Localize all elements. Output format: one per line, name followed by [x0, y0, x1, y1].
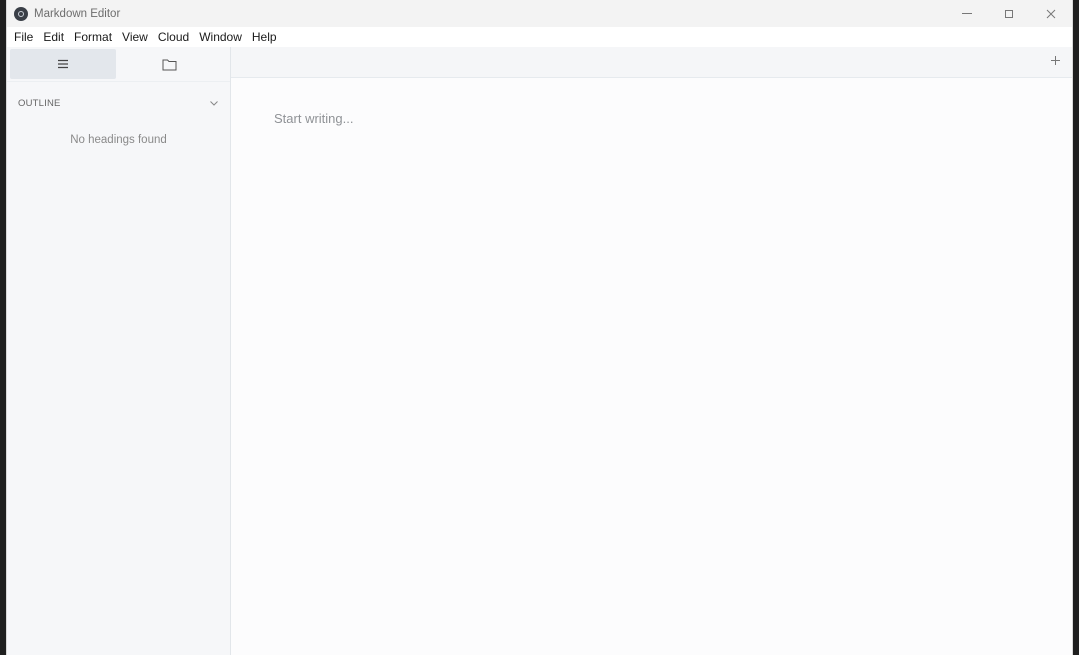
outline-title: OUTLINE — [18, 97, 61, 109]
folder-icon — [162, 59, 176, 70]
maximize-icon — [1005, 9, 1013, 18]
menu-format[interactable]: Format — [69, 27, 117, 47]
app-logo-icon — [14, 6, 28, 21]
sidebar: OUTLINE No headings found — [7, 47, 231, 655]
outline-header[interactable]: OUTLINE — [7, 82, 230, 124]
menu-cloud[interactable]: Cloud — [153, 27, 194, 47]
tab-outline[interactable] — [10, 49, 116, 79]
outline-empty-message: No headings found — [70, 134, 167, 146]
document-tabstrip — [231, 47, 1072, 78]
window-title: Markdown Editor — [34, 7, 121, 20]
menu-window[interactable]: Window — [194, 27, 247, 47]
new-tab-button[interactable] — [1046, 53, 1064, 71]
outline-list-icon — [58, 59, 68, 69]
title-bar[interactable]: Markdown Editor — [7, 0, 1072, 27]
editor-input[interactable]: Start writing... — [274, 111, 353, 126]
tab-files[interactable] — [116, 49, 222, 79]
window-controls — [946, 0, 1072, 27]
editor-pane: Start writing... — [231, 47, 1072, 655]
desktop-background-right — [1073, 0, 1079, 655]
minimize-button[interactable] — [946, 0, 988, 27]
close-button[interactable] — [1030, 0, 1072, 27]
chevron-down-icon[interactable] — [210, 100, 218, 106]
menu-file[interactable]: File — [9, 27, 38, 47]
sidebar-tabs — [7, 47, 230, 82]
menu-view[interactable]: View — [117, 27, 153, 47]
menu-edit[interactable]: Edit — [38, 27, 69, 47]
maximize-button[interactable] — [988, 0, 1030, 27]
close-icon — [1046, 9, 1056, 18]
menu-bar: File Edit Format View Cloud Window Help — [7, 27, 1072, 47]
minimize-icon — [962, 13, 972, 14]
workspace: OUTLINE No headings found Start writing.… — [7, 47, 1072, 655]
app-window: Markdown Editor File Edit Format View Cl… — [6, 0, 1073, 655]
menu-help[interactable]: Help — [247, 27, 282, 47]
plus-icon — [1050, 56, 1060, 65]
